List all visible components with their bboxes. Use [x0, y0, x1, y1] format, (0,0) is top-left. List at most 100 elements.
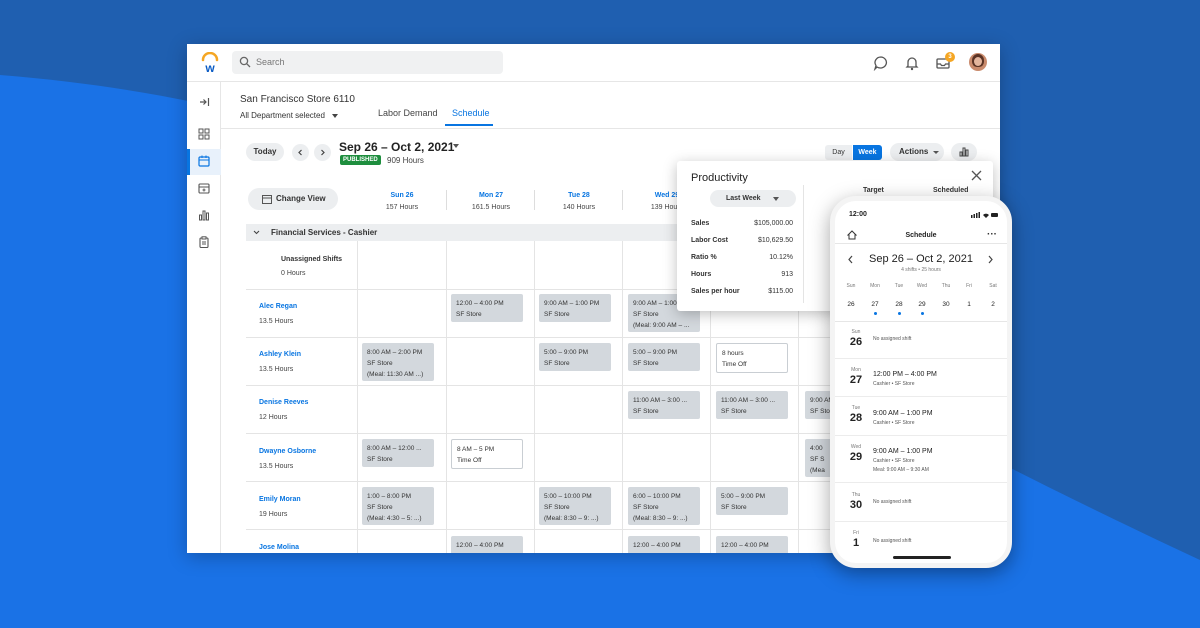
shift-block[interactable]: 12:00 – 4:00 PM SF Store	[451, 294, 523, 322]
day-header-mon[interactable]: Mon 27 161.5 Hours	[447, 192, 535, 211]
shift-time: 9:00 AM	[810, 397, 834, 404]
shift-block[interactable]: 6:00 – 10:00 PM SF Store (Meal: 8:30 – 9…	[628, 487, 700, 525]
shift-block[interactable]: 12:00 – 4:00 PM	[716, 536, 788, 553]
date-cell[interactable]: 2	[985, 301, 1001, 308]
workday-logo[interactable]: w	[199, 52, 221, 74]
employee-name[interactable]: Denise Reeves	[259, 399, 308, 406]
search-input[interactable]: Search	[232, 51, 503, 74]
employee-name[interactable]: Jose Molina	[259, 544, 299, 551]
shift-meal: (Mea	[810, 467, 825, 474]
agenda-day: 26	[849, 336, 863, 348]
rail-item-tasks[interactable]	[187, 230, 221, 256]
shift-block[interactable]: 11:00 AM – 3:00 ... SF Store	[628, 391, 700, 419]
close-icon[interactable]	[971, 170, 982, 181]
change-view-button[interactable]: Change View	[248, 188, 338, 210]
section-title: Financial Services - Cashier	[271, 228, 378, 237]
time-off-block[interactable]: 8 AM – 5 PM Time Off	[451, 439, 523, 469]
employee-name[interactable]: Alec Regan	[259, 303, 297, 310]
shift-block[interactable]: 1:00 – 8:00 PM SF Store (Meal: 4:30 – 5:…	[362, 487, 434, 525]
shift-location: SF Store	[456, 311, 482, 318]
shift-block[interactable]: 5:00 – 9:00 PM SF Store	[539, 343, 611, 371]
shift-block[interactable]: 5:00 – 9:00 PM SF Store	[716, 487, 788, 515]
time-off-label: Time Off	[722, 361, 747, 368]
date-cell[interactable]: 28	[891, 301, 907, 308]
rail-item-reports[interactable]	[187, 203, 221, 229]
shift-block[interactable]: 5:00 – 10:00 PM SF Store (Meal: 8:30 – 9…	[539, 487, 611, 525]
chart-toggle-button[interactable]	[951, 143, 977, 161]
employee-name[interactable]: Ashley Klein	[259, 351, 301, 358]
employee-name[interactable]: Emily Moran	[259, 496, 301, 503]
date-range-caret-icon[interactable]	[453, 144, 459, 148]
employee-hours: 13.5 Hours	[259, 463, 294, 470]
more-icon[interactable]: ···	[987, 229, 997, 240]
agenda-shift[interactable]: 9:00 AM – 1:00 PM	[873, 448, 933, 455]
view-week-button[interactable]: Week	[853, 145, 882, 160]
scheduled-header: Scheduled	[933, 187, 969, 194]
today-button[interactable]: Today	[246, 143, 284, 161]
period-select[interactable]: Last Week	[710, 190, 796, 207]
agenda-weekday: Thu	[851, 492, 861, 498]
day-header-tue[interactable]: Tue 28 140 Hours	[535, 192, 623, 211]
agenda-shift[interactable]: 12:00 PM – 4:00 PM	[873, 371, 937, 378]
bell-icon[interactable]	[904, 55, 920, 71]
metric-label: Ratio %	[691, 254, 717, 261]
shift-location: SF Store	[810, 408, 835, 415]
status-badge: PUBLISHED	[340, 155, 381, 165]
agenda-shift[interactable]: 9:00 AM – 1:00 PM	[873, 410, 933, 417]
employee-name[interactable]: Dwayne Osborne	[259, 448, 316, 455]
rail-item-schedule[interactable]	[187, 149, 221, 175]
shift-block[interactable]: 9:00 AM – 1:00 PM SF Store	[539, 294, 611, 322]
agenda-weekday: Sun	[851, 329, 861, 335]
shift-meal: (Meal: 9:00 AM – ...	[633, 322, 690, 329]
date-cell[interactable]: 26	[843, 301, 859, 308]
shift-block[interactable]: 8:00 AM – 12:00 ... SF Store	[362, 439, 434, 467]
chat-icon[interactable]	[873, 55, 889, 71]
agenda-empty: No assigned shift	[873, 499, 912, 505]
shift-block[interactable]: 11:00 AM – 3:00 ... SF Store	[716, 391, 788, 419]
tab-schedule[interactable]: Schedule	[452, 108, 490, 118]
time-off-block[interactable]: 8 hours Time Off	[716, 343, 788, 373]
shift-block[interactable]: 12:00 – 4:00 PM	[628, 536, 700, 553]
agenda-detail: Cashier • SF Store	[873, 420, 915, 426]
shift-location: SF S	[810, 456, 825, 463]
prev-week-button[interactable]	[292, 144, 309, 161]
agenda-weekday: Fri	[853, 530, 859, 536]
search-placeholder: Search	[256, 57, 285, 67]
metric-label: Sales	[691, 220, 710, 227]
metric-value: 913	[781, 271, 793, 278]
rail-item-dashboard[interactable]	[187, 122, 221, 148]
avatar[interactable]	[969, 53, 987, 71]
view-day-button[interactable]: Day	[825, 145, 852, 160]
unassigned-hours: 0 Hours	[281, 270, 306, 277]
calendar-add-icon	[198, 183, 210, 194]
shift-location: SF Store	[721, 408, 747, 415]
time-off-hours: 8 hours	[722, 350, 744, 357]
shift-time: 11:00 AM – 3:00 ...	[721, 397, 776, 404]
shift-block[interactable]: 8:00 AM – 2:00 PM SF Store (Meal: 11:30 …	[362, 343, 434, 381]
agenda-date: Thu 30	[847, 492, 865, 511]
shift-block[interactable]: 12:00 – 4:00 PM	[451, 536, 523, 553]
date-range[interactable]: Sep 26 – Oct 2, 2021	[339, 140, 454, 154]
date-cell[interactable]: 1	[961, 301, 977, 308]
target-header: Target	[863, 187, 884, 194]
department-select[interactable]: All Department selected	[240, 111, 339, 120]
header-divider	[221, 128, 1000, 129]
date-cell[interactable]: 30	[938, 301, 954, 308]
home-indicator[interactable]	[893, 556, 951, 559]
tab-labor-demand[interactable]: Labor Demand	[378, 108, 438, 118]
phone-mockup: 12:00 Schedule ··· Sep 26 – Oct 2, 2021 …	[830, 196, 1012, 568]
rail-item-calendar-add[interactable]	[187, 176, 221, 202]
actions-button[interactable]: Actions	[890, 143, 944, 161]
shift-meal: (Meal: 11:30 AM ...)	[367, 371, 424, 378]
shift-time: 4:00	[810, 445, 823, 452]
date-cell[interactable]: 29	[914, 301, 930, 308]
next-week-button[interactable]	[314, 144, 331, 161]
agenda-weekday: Wed	[850, 444, 862, 450]
collapse-nav-button[interactable]	[187, 90, 221, 116]
day-header-sun[interactable]: Sun 26 157 Hours	[358, 192, 446, 211]
date-cell[interactable]: 27	[867, 301, 883, 308]
actions-label: Actions	[899, 147, 929, 156]
weekday-label: Tue	[894, 283, 904, 289]
shift-block[interactable]: 5:00 – 9:00 PM SF Store	[628, 343, 700, 371]
period-label: Last Week	[726, 195, 761, 202]
